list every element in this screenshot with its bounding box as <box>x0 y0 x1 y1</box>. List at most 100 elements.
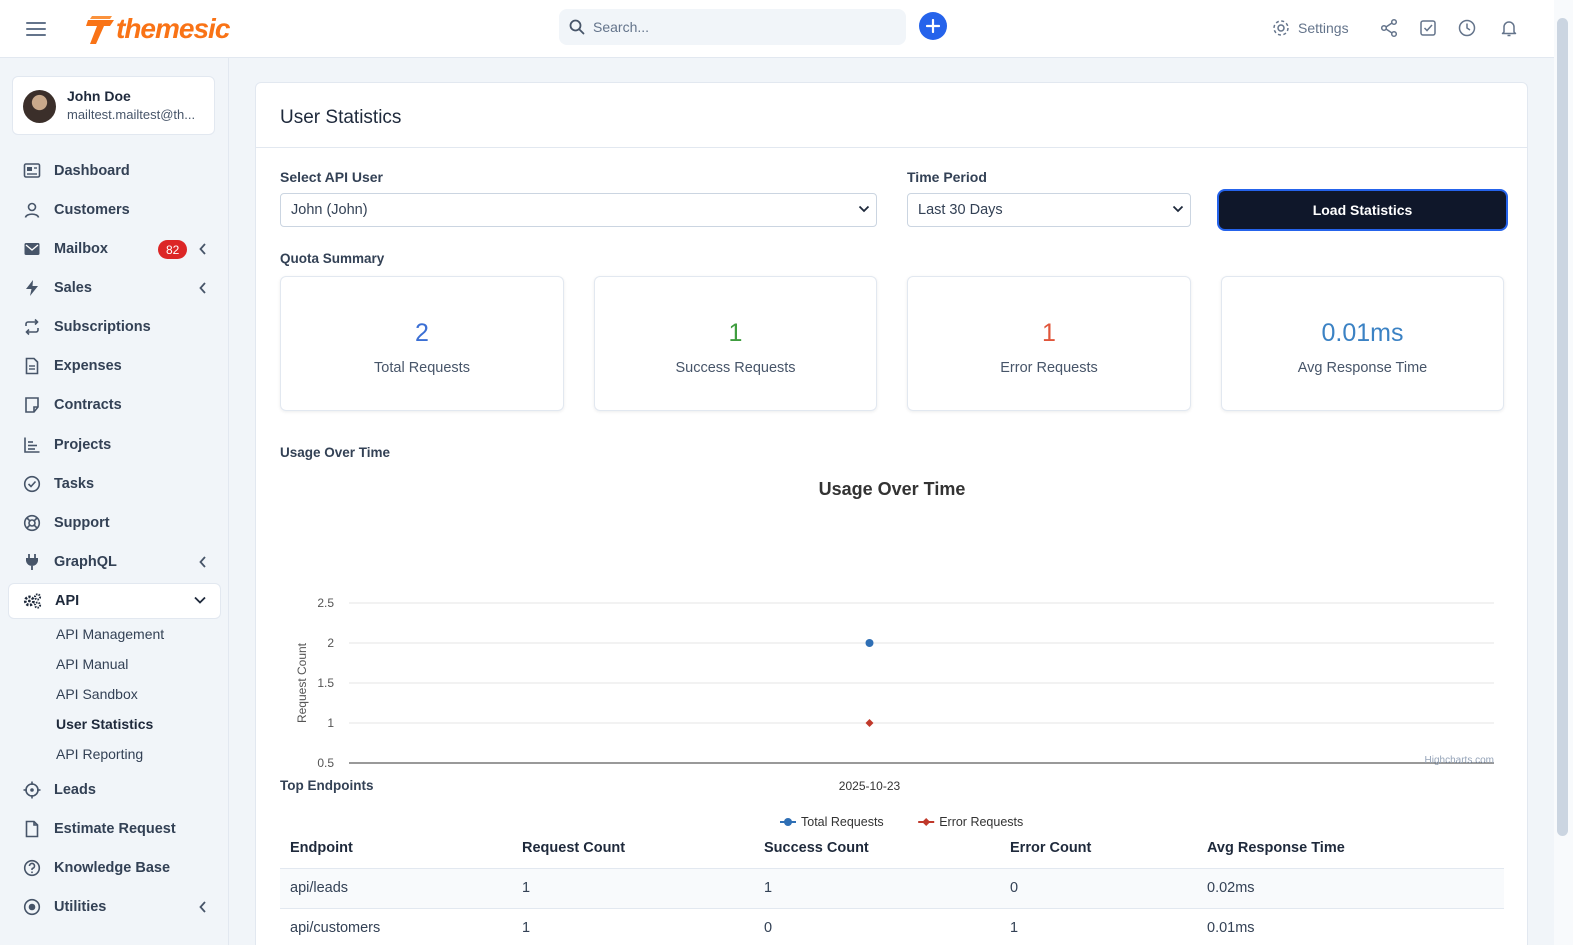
stat-card-error-requests: 1 Error Requests <box>907 276 1191 411</box>
checkbox-icon[interactable] <box>1418 18 1438 38</box>
bell-icon[interactable] <box>1499 18 1519 38</box>
plug-icon <box>22 552 42 572</box>
dashboard-icon <box>22 161 42 181</box>
load-statistics-button[interactable]: Load Statistics <box>1219 191 1506 229</box>
sidebar-subitem-api-management[interactable]: API Management <box>56 626 164 642</box>
sidebar-item-label: API <box>55 593 80 609</box>
stat-value: 1 <box>728 319 743 347</box>
sidebar-item-leads[interactable]: Leads <box>8 772 221 808</box>
clock-icon[interactable] <box>1457 18 1477 38</box>
table-cell: 1 <box>512 868 754 909</box>
settings-link[interactable]: Settings <box>1272 16 1349 40</box>
chevron-down-icon <box>858 205 870 213</box>
sidebar-subitem-api-sandbox[interactable]: API Sandbox <box>56 686 138 702</box>
y-tick-label: 1 <box>327 716 334 730</box>
column-header[interactable]: Request Count <box>512 828 754 869</box>
sidebar-item-tasks[interactable]: Tasks <box>8 466 221 502</box>
sidebar-item-customers[interactable]: Customers <box>8 192 221 228</box>
gears-icon <box>23 591 43 611</box>
sidebar-item-support[interactable]: Support <box>8 505 221 541</box>
stat-label: Error Requests <box>1000 360 1098 376</box>
sidebar-item-label: Subscriptions <box>54 319 151 335</box>
data-point-total-requests[interactable] <box>865 639 874 647</box>
sidebar-item-label: Utilities <box>54 899 107 915</box>
column-header[interactable]: Endpoint <box>280 828 512 869</box>
stat-value: 2 <box>415 319 429 347</box>
quota-summary-label: Quota Summary <box>280 251 385 266</box>
sidebar-item-dashboard[interactable]: Dashboard <box>8 153 221 189</box>
bolt-icon <box>22 278 42 298</box>
column-header[interactable]: Error Count <box>1000 828 1197 869</box>
chevron-left-icon <box>199 282 206 294</box>
column-header[interactable]: Avg Response Time <box>1197 828 1504 869</box>
lifebuoy-icon <box>22 513 42 533</box>
sidebar-item-label: Estimate Request <box>54 821 176 837</box>
table-cell: api/customers <box>280 908 512 945</box>
quick-add-button[interactable] <box>919 12 947 40</box>
user-statistics-card: User Statistics Select API User John (Jo… <box>255 82 1528 945</box>
sidebar-item-label: Mailbox <box>54 241 108 257</box>
chevron-left-icon <box>199 556 206 568</box>
menu-toggle-icon[interactable] <box>26 18 46 38</box>
scrollbar-thumb[interactable] <box>1557 18 1568 836</box>
share-icon[interactable] <box>1379 18 1399 38</box>
crosshair-icon <box>22 780 42 800</box>
sidebar-subitem-api-manual[interactable]: API Manual <box>56 656 128 672</box>
api-user-label: Select API User <box>280 169 383 185</box>
api-user-select-value: John (John) <box>291 202 368 218</box>
sidebar-item-projects[interactable]: Projects <box>8 427 221 463</box>
stat-label: Success Requests <box>675 360 796 376</box>
legend-marker[interactable] <box>784 818 792 826</box>
sidebar-subitem-user-statistics[interactable]: User Statistics <box>56 716 153 732</box>
sidebar-item-sales[interactable]: Sales <box>8 270 221 306</box>
time-period-select-value: Last 30 Days <box>918 202 1003 218</box>
sidebar-item-mailbox[interactable]: Mailbox 82 <box>8 231 221 267</box>
sidebar-item-expenses[interactable]: Expenses <box>8 348 221 384</box>
legend-item-label[interactable]: Total Requests <box>801 815 884 829</box>
sidebar-item-label: Support <box>54 515 110 531</box>
api-user-select[interactable]: John (John) <box>280 193 877 227</box>
search-input[interactable] <box>593 19 883 35</box>
top-bar: themesic Settings <box>0 0 1573 58</box>
chevron-left-icon <box>199 243 206 255</box>
stat-label: Total Requests <box>374 360 470 376</box>
chart-credit[interactable]: Highcharts.com <box>1425 755 1494 766</box>
plus-icon <box>926 19 940 33</box>
sidebar-item-estimate-request[interactable]: Estimate Request <box>8 811 221 847</box>
logo[interactable]: themesic <box>84 8 230 50</box>
stat-value: 0.01ms <box>1321 319 1404 347</box>
sidebar-item-graphql[interactable]: GraphQL <box>8 544 221 580</box>
time-period-select[interactable]: Last 30 Days <box>907 193 1191 227</box>
usage-over-time-label: Usage Over Time <box>280 445 391 460</box>
legend-item-label[interactable]: Error Requests <box>939 815 1023 829</box>
table-cell: 1 <box>512 908 754 945</box>
sidebar-item-label: Contracts <box>54 397 122 413</box>
user-icon <box>22 200 42 220</box>
y-tick-label: 1.5 <box>317 676 334 690</box>
search-box[interactable] <box>559 9 906 45</box>
table-row: api/leads 1 1 0 0.02ms <box>280 868 1504 909</box>
data-point-error-requests[interactable] <box>865 719 874 727</box>
sidebar-item-subscriptions[interactable]: Subscriptions <box>8 309 221 345</box>
sidebar-subitem-api-reporting[interactable]: API Reporting <box>56 746 143 762</box>
sidebar-item-label: Knowledge Base <box>54 860 171 876</box>
chevron-down-icon <box>1172 205 1184 213</box>
settings-label: Settings <box>1298 20 1349 36</box>
user-profile-card[interactable]: John Doe mailtest.mailtest@th... <box>12 76 215 135</box>
sidebar-item-api[interactable]: API <box>8 583 221 619</box>
usage-chart-svg: 0.5 1 1.5 2 2.5 Request Count 2025-10-23 Total … <box>295 596 1494 829</box>
table-row: api/customers 1 0 1 0.01ms <box>280 908 1504 945</box>
sidebar: John Doe mailtest.mailtest@th... Dashboa… <box>0 58 229 945</box>
page-scrollbar[interactable] <box>1554 0 1573 945</box>
table-cell: 1 <box>1000 908 1197 945</box>
stat-label: Avg Response Time <box>1297 360 1428 376</box>
sidebar-item-utilities[interactable]: Utilities <box>8 889 221 925</box>
sidebar-item-knowledge-base[interactable]: Knowledge Base <box>8 850 221 886</box>
search-icon <box>569 19 585 35</box>
sidebar-item-contracts[interactable]: Contracts <box>8 387 221 423</box>
time-period-label: Time Period <box>907 169 987 185</box>
legend-marker[interactable] <box>922 818 931 826</box>
sidebar-item-label: Leads <box>54 782 96 798</box>
column-header[interactable]: Success Count <box>754 828 1000 869</box>
usage-chart: Usage Over Time 0.5 1 1.5 2 2.5 Request Count… <box>280 471 1504 829</box>
